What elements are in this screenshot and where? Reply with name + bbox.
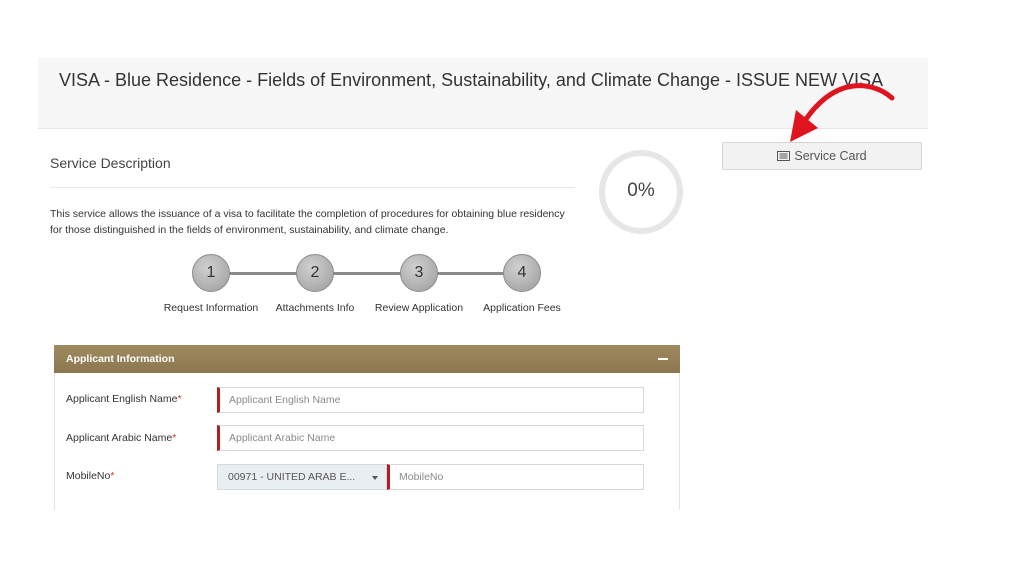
- progress-percentage: 0%: [627, 180, 655, 201]
- service-description-text: This service allows the issuance of a vi…: [50, 208, 565, 236]
- mobile-label: MobileNo*: [66, 470, 115, 482]
- step-4-label: Application Fees: [483, 302, 561, 314]
- service-card-label: Service Card: [794, 149, 867, 163]
- step-1-circle[interactable]: 1: [192, 254, 230, 292]
- steps-progress-line: [211, 272, 522, 275]
- step-2-circle[interactable]: 2: [296, 254, 334, 292]
- caret-down-icon: [372, 476, 378, 480]
- step-2-label: Attachments Info: [275, 302, 355, 314]
- step-1-label: Request Information: [163, 302, 259, 314]
- step-4-circle[interactable]: 4: [503, 254, 541, 292]
- service-description-heading: Service Description: [50, 155, 171, 171]
- required-marker: *: [172, 432, 177, 444]
- applicant-panel-header[interactable]: Applicant Information: [54, 345, 680, 373]
- page-title: VISA - Blue Residence - Fields of Enviro…: [59, 70, 884, 90]
- required-marker: *: [110, 470, 115, 482]
- arabic-name-label: Applicant Arabic Name*: [66, 432, 177, 444]
- divider: [50, 187, 575, 188]
- mobile-number-input[interactable]: [387, 464, 644, 490]
- collapse-minus-icon[interactable]: [658, 358, 668, 360]
- applicant-panel-title: Applicant Information: [66, 353, 175, 365]
- step-3-label: Review Application: [374, 302, 464, 314]
- step-3-circle[interactable]: 3: [400, 254, 438, 292]
- list-card-icon: [777, 151, 791, 161]
- english-name-label: Applicant English Name*: [66, 393, 182, 405]
- annotation-arrow-icon: [790, 83, 895, 142]
- country-code-value: 00971 - UNITED ARAB E...: [228, 471, 356, 483]
- required-marker: *: [177, 393, 182, 405]
- arabic-name-input[interactable]: [217, 425, 644, 451]
- english-name-input[interactable]: [217, 387, 644, 413]
- country-code-select[interactable]: 00971 - UNITED ARAB E...: [217, 464, 387, 490]
